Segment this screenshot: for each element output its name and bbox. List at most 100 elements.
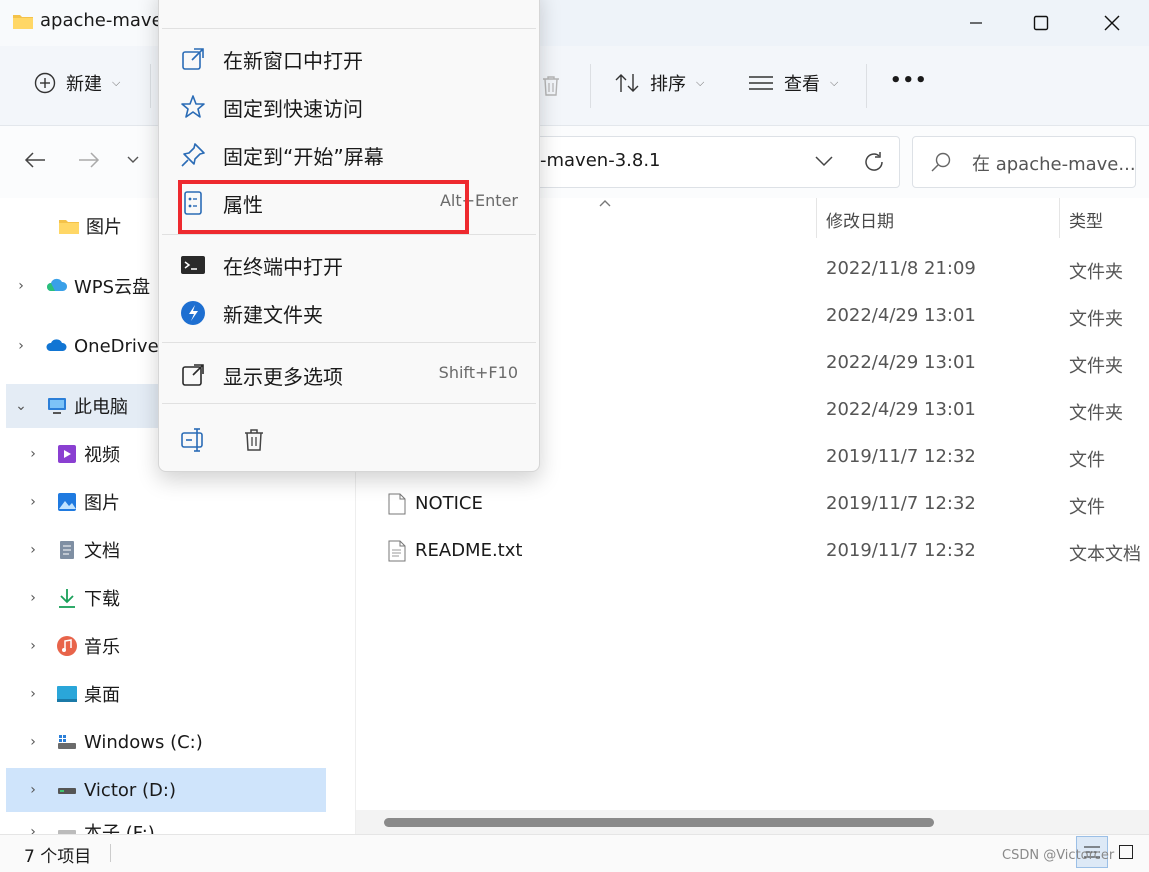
- pin-icon: [181, 143, 205, 167]
- plus-circle-icon: [34, 72, 56, 94]
- downloads-icon: [59, 589, 75, 608]
- menu-separator: [162, 28, 536, 29]
- sidebar-item-drive-c[interactable]: › Windows (C:): [18, 720, 326, 764]
- sidebar-item-label: 此电脑: [74, 397, 128, 418]
- forward-button[interactable]: [76, 147, 102, 173]
- chevron-right-icon: ›: [30, 734, 36, 750]
- more-options-button[interactable]: •••: [890, 70, 928, 91]
- new-folder-icon: [181, 301, 205, 325]
- menu-item-pin-start[interactable]: 固定到“开始”屏幕: [168, 132, 532, 176]
- sidebar-item-label: 音乐: [84, 637, 120, 658]
- sidebar-item-label: Victor (D:): [84, 779, 176, 801]
- maximize-button[interactable]: [1021, 6, 1061, 40]
- chevron-right-icon: ›: [30, 446, 36, 462]
- menu-item-new-folder[interactable]: 新建文件夹: [168, 290, 532, 334]
- sidebar-item-documents[interactable]: › 文档: [18, 528, 326, 572]
- sidebar-item-label: 视频: [84, 445, 120, 466]
- wps-cloud-icon: [47, 278, 68, 291]
- status-bar: [0, 834, 1149, 872]
- refresh-button[interactable]: [862, 150, 886, 174]
- tiles-view-button[interactable]: [1110, 836, 1142, 868]
- text-file-icon: [388, 540, 406, 562]
- rename-icon: [181, 428, 203, 452]
- view-label: 查看: [784, 74, 820, 95]
- back-button[interactable]: [22, 147, 48, 173]
- annotation-highlight-box: [178, 180, 469, 234]
- scrollbar-thumb[interactable]: [384, 818, 934, 827]
- column-header-date[interactable]: 修改日期: [826, 207, 894, 232]
- close-button[interactable]: [1092, 6, 1132, 40]
- sort-icon: [615, 74, 639, 92]
- menu-item-shortcut: Shift+F10: [438, 363, 518, 382]
- sidebar-item-label: Windows (C:): [84, 731, 203, 753]
- menu-item-label: 新建文件夹: [223, 303, 323, 327]
- sidebar-item-label: WPS云盘: [74, 277, 151, 298]
- show-more-icon: [182, 364, 204, 386]
- column-divider[interactable]: [1059, 198, 1060, 238]
- desktop-icon: [57, 686, 77, 702]
- chevron-down-icon: ⌵: [112, 76, 121, 89]
- folder-icon: [59, 220, 79, 234]
- column-header-type[interactable]: 类型: [1069, 207, 1103, 232]
- arrow-left-icon: [24, 152, 45, 168]
- folder-icon: [12, 12, 34, 30]
- music-icon: [57, 636, 77, 656]
- file-name: NOTICE: [415, 493, 483, 514]
- chevron-down-icon: ⌵: [696, 76, 705, 89]
- file-date: 2022/11/8 21:09: [826, 258, 976, 279]
- file-type: 文本文档: [1069, 544, 1141, 565]
- file-type: 文件夹: [1069, 403, 1123, 424]
- new-button[interactable]: 新建 ⌵: [34, 70, 120, 96]
- address-path: -maven-3.8.1: [540, 150, 661, 171]
- drive-d-icon: [58, 788, 76, 794]
- window-tab-title: apache-mave: [40, 10, 163, 31]
- menu-item-show-more-options[interactable]: 显示更多选项 Shift+F10: [168, 352, 532, 396]
- sidebar-item-drive-d[interactable]: › Victor (D:): [6, 768, 326, 812]
- toolbar-divider: [150, 64, 151, 108]
- recent-locations-button[interactable]: [120, 147, 146, 173]
- address-dropdown-button[interactable]: [814, 154, 834, 168]
- table-row[interactable]: NOTICE 2019/11/7 12:32 文件: [360, 481, 1149, 528]
- sort-button[interactable]: 排序 ⌵: [614, 70, 704, 96]
- chevron-right-icon: ›: [30, 782, 36, 798]
- sort-indicator-icon: [598, 198, 612, 208]
- status-divider: [110, 844, 111, 862]
- sidebar-item-music[interactable]: › 音乐: [18, 624, 326, 668]
- pictures-icon: [58, 493, 76, 511]
- table-row[interactable]: README.txt 2019/11/7 12:32 文本文档: [360, 528, 1149, 575]
- sidebar-item-label: OneDrive: [74, 335, 159, 357]
- menu-item-pin-quick-access[interactable]: 固定到快速访问: [168, 84, 532, 128]
- file-type: 文件夹: [1069, 309, 1123, 330]
- menu-separator: [162, 403, 536, 404]
- close-icon: [1104, 15, 1120, 31]
- sidebar-item-label: 图片: [86, 217, 122, 238]
- menu-separator: [162, 234, 536, 235]
- menu-item-label: 固定到“开始”屏幕: [223, 145, 384, 169]
- file-date: 2019/11/7 12:32: [826, 493, 976, 514]
- file-date: 2022/4/29 13:01: [826, 399, 976, 420]
- menu-item-open-new-window[interactable]: 在新窗口中打开: [168, 36, 532, 80]
- sidebar-item-downloads[interactable]: › 下载: [18, 576, 326, 620]
- sidebar-item-label: 本子 (F:): [84, 823, 155, 834]
- toolbar-divider: [866, 64, 867, 108]
- rename-button[interactable]: [178, 424, 210, 456]
- sort-label: 排序: [650, 74, 686, 95]
- arrow-right-icon: [79, 152, 100, 168]
- sidebar-item-drive-f[interactable]: › 本子 (F:): [18, 818, 326, 834]
- minimize-button[interactable]: [956, 6, 996, 40]
- delete-button[interactable]: [238, 424, 270, 456]
- maximize-icon: [1033, 15, 1049, 31]
- menu-item-label: 固定到快速访问: [223, 97, 363, 121]
- menu-item-label: 在终端中打开: [223, 255, 343, 279]
- file-date: 2022/4/29 13:01: [826, 352, 976, 373]
- search-placeholder: 在 apache-mave...: [972, 154, 1136, 175]
- delete-toolbar-button[interactable]: [540, 74, 562, 98]
- trash-icon: [543, 76, 559, 96]
- column-divider[interactable]: [816, 198, 817, 238]
- view-button[interactable]: 查看 ⌵: [748, 70, 838, 96]
- sidebar-item-pictures[interactable]: › 图片: [18, 480, 326, 524]
- sidebar-item-desktop[interactable]: › 桌面: [18, 672, 326, 716]
- terminal-icon: [181, 256, 205, 274]
- refresh-icon: [865, 152, 883, 171]
- menu-item-open-terminal[interactable]: 在终端中打开: [168, 242, 532, 286]
